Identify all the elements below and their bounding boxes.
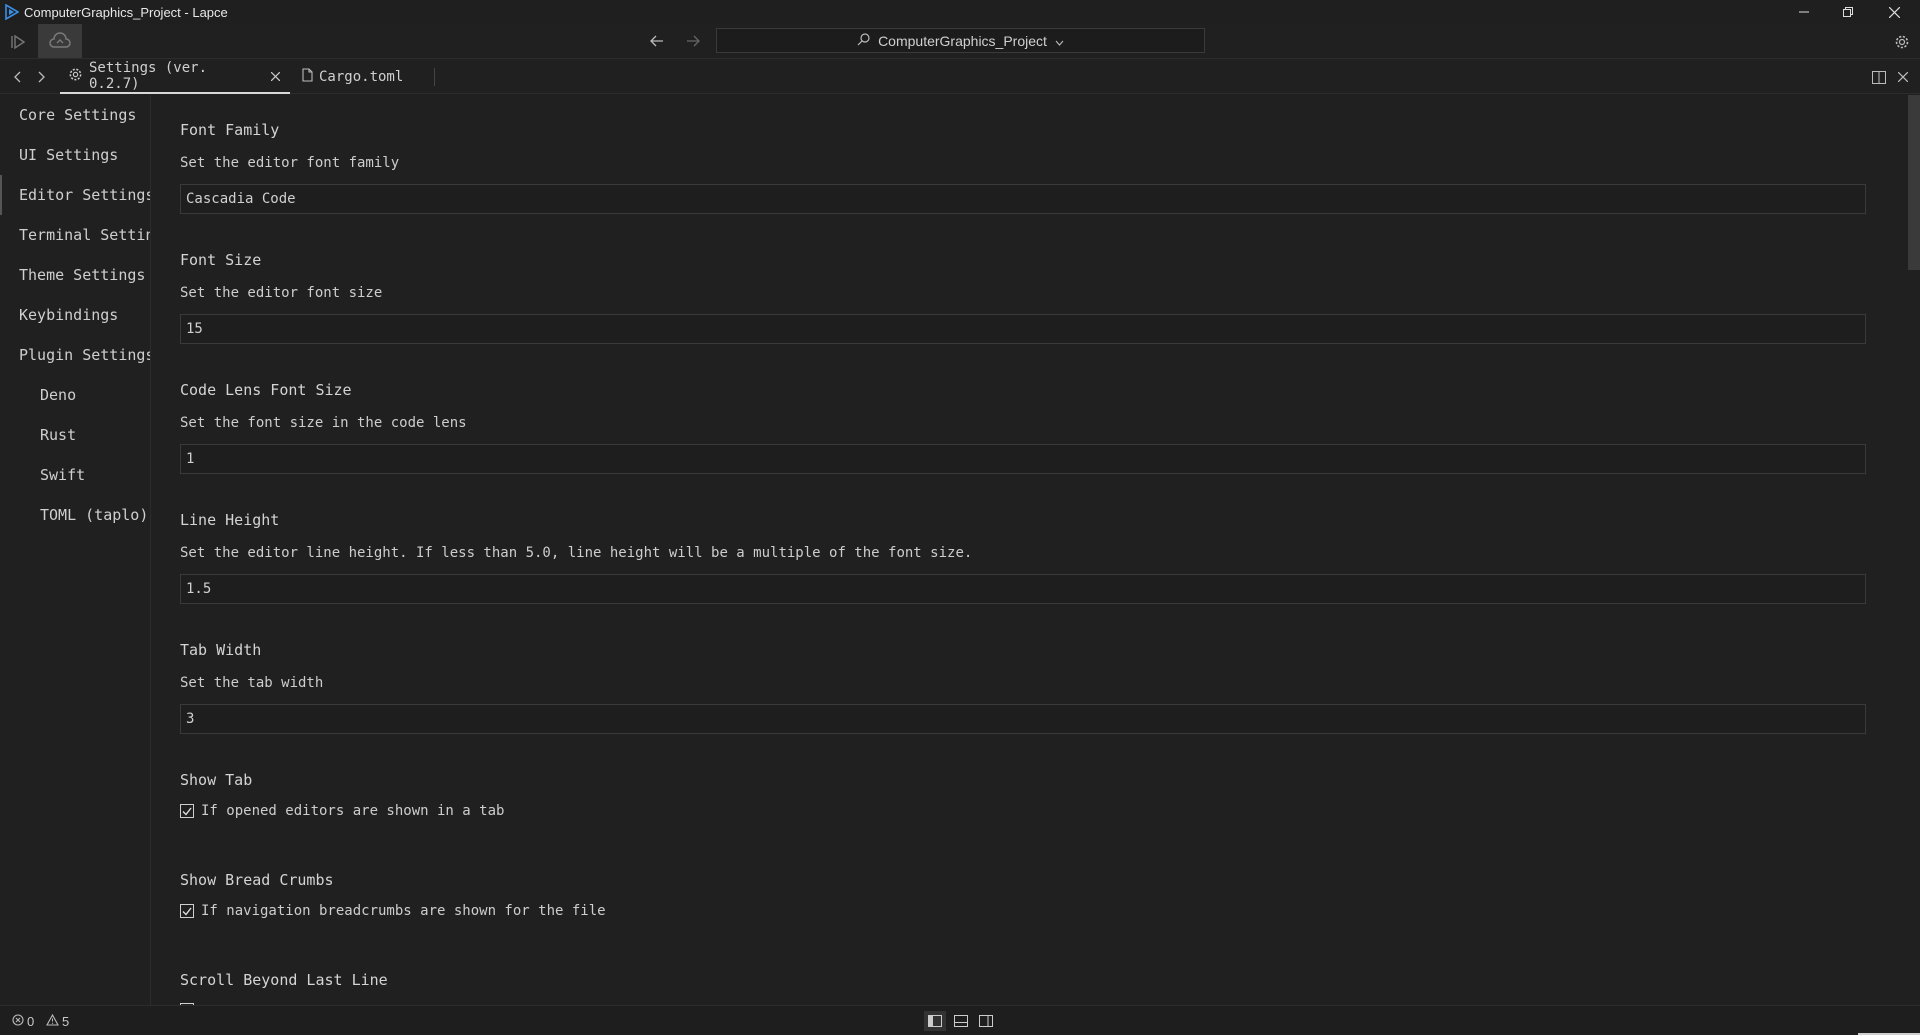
navigate-back-icon[interactable]: [646, 30, 668, 52]
setting-title-scroll-beyond-last-line: Scroll Beyond Last Line: [180, 971, 388, 989]
setting-title-line-height: Line Height: [180, 511, 280, 529]
sidebar-item-terminal-settings[interactable]: Terminal Settings: [0, 215, 150, 255]
sidebar-item-ui-settings[interactable]: UI Settings: [0, 135, 150, 175]
tab-bar: Settings (ver. 0.2.7) Cargo.toml: [0, 60, 1920, 94]
sidebar-item-label: Swift: [40, 466, 86, 484]
show-tab-checkbox[interactable]: [180, 804, 194, 818]
setting-title-code-lens-font-size: Code Lens Font Size: [180, 381, 352, 399]
sidebar-item-label: Deno: [40, 386, 77, 404]
font-size-input[interactable]: 15: [180, 314, 1866, 344]
sidebar-item-plugin-deno[interactable]: Deno: [0, 375, 150, 415]
setting-title-font-family: Font Family: [180, 121, 280, 139]
warning-count-value: 5: [62, 1013, 70, 1029]
window-title: ComputerGraphics_Project - Lapce: [24, 4, 228, 20]
setting-title-show-bread-crumbs: Show Bread Crumbs: [180, 871, 334, 889]
show-tab-label: If opened editors are shown in a tab: [201, 803, 505, 819]
settings-sidebar: Core Settings UI Settings Editor Setting…: [0, 95, 151, 1005]
setting-title-show-tab: Show Tab: [180, 771, 253, 789]
settings-content: Font Family Set the editor font family C…: [152, 95, 1907, 1005]
error-count-value: 0: [27, 1013, 35, 1029]
sidebar-item-label: Theme Settings: [19, 266, 146, 284]
file-icon: [302, 68, 313, 86]
tab-label: Cargo.toml: [319, 69, 404, 85]
minimize-button[interactable]: [1782, 0, 1826, 24]
sidebar-item-label: Editor Settings: [19, 186, 151, 204]
sidebar-item-label: Core Settings: [19, 106, 137, 124]
setting-desc-tab-width: Set the tab width: [180, 675, 324, 691]
sidebar-item-plugin-toml-taplo[interactable]: TOML (taplo): [0, 495, 150, 535]
sidebar-item-label: TOML (taplo): [40, 506, 149, 524]
warning-count[interactable]: 5: [46, 1006, 69, 1035]
close-split-icon[interactable]: [1894, 68, 1912, 86]
line-height-input[interactable]: 1.5: [180, 574, 1866, 604]
font-family-input[interactable]: Cascadia Code: [180, 184, 1866, 214]
setting-title-font-size: Font Size: [180, 251, 262, 269]
sidebar-item-plugin-rust[interactable]: Rust: [0, 415, 150, 455]
sidebar-item-editor-settings[interactable]: Editor Settings: [0, 175, 151, 215]
show-bread-crumbs-label: If navigation breadcrumbs are shown for …: [201, 903, 606, 919]
restore-button[interactable]: [1826, 0, 1870, 24]
show-tab-row: If opened editors are shown in a tab: [180, 803, 504, 819]
search-icon: [857, 32, 870, 49]
tab-cargo-toml[interactable]: Cargo.toml: [294, 60, 434, 94]
settings-gear-icon[interactable]: [1890, 30, 1914, 54]
setting-title-tab-width: Tab Width: [180, 641, 262, 659]
content-scrollbar[interactable]: [1908, 95, 1920, 1005]
sidebar-item-label: Keybindings: [19, 306, 119, 324]
tab-separator: [434, 68, 435, 86]
sidebar-item-theme-settings[interactable]: Theme Settings: [0, 255, 150, 295]
toggle-bottom-panel-icon[interactable]: [950, 1011, 972, 1031]
tab-label: Settings (ver. 0.2.7): [89, 60, 208, 92]
sidebar-item-plugin-swift[interactable]: Swift: [0, 455, 150, 495]
show-bread-crumbs-checkbox[interactable]: [180, 904, 194, 918]
warning-icon: [46, 1013, 59, 1029]
title-bar: ComputerGraphics_Project - Lapce: [0, 0, 1920, 24]
navigate-forward-icon[interactable]: [682, 30, 704, 52]
sidebar-item-label: Rust: [40, 426, 77, 444]
tab-prev-icon[interactable]: [8, 68, 26, 86]
setting-desc-code-lens-font-size: Set the font size in the code lens: [180, 415, 467, 431]
palette-label: ComputerGraphics_Project: [878, 32, 1047, 49]
sidebar-item-plugin-settings[interactable]: Plugin Settings: [0, 335, 151, 375]
sidebar-item-core-settings[interactable]: Core Settings: [0, 95, 150, 135]
run-debug-icon[interactable]: [6, 30, 30, 54]
split-editor-icon[interactable]: [1870, 68, 1888, 86]
close-window-button[interactable]: [1872, 0, 1916, 24]
status-bar: 0 5: [0, 1005, 1920, 1035]
toggle-left-panel-icon[interactable]: [924, 1011, 946, 1031]
tab-next-icon[interactable]: [33, 68, 51, 86]
toggle-right-panel-icon[interactable]: [975, 1011, 997, 1031]
sidebar-item-keybindings[interactable]: Keybindings: [0, 295, 150, 335]
setting-desc-font-family: Set the editor font family: [180, 155, 400, 171]
close-tab-icon[interactable]: [268, 69, 282, 83]
chevron-down-icon: [1055, 33, 1064, 49]
sidebar-item-label: UI Settings: [19, 146, 119, 164]
sidebar-item-label: Terminal Settings: [19, 226, 150, 244]
setting-desc-font-size: Set the editor font size: [180, 285, 383, 301]
error-count[interactable]: 0: [12, 1006, 34, 1035]
remote-cloud-icon[interactable]: [38, 24, 82, 58]
code-lens-font-size-input[interactable]: 1: [180, 444, 1866, 474]
show-bread-crumbs-row: If navigation breadcrumbs are shown for …: [180, 903, 606, 919]
tab-width-input[interactable]: 3: [180, 704, 1866, 734]
gear-icon: [68, 67, 83, 86]
command-palette-button[interactable]: ComputerGraphics_Project: [716, 28, 1205, 53]
setting-desc-line-height: Set the editor line height. If less than…: [180, 545, 973, 561]
error-icon: [12, 1013, 24, 1029]
scrollbar-thumb[interactable]: [1908, 95, 1920, 270]
toolbar: ComputerGraphics_Project: [0, 24, 1920, 59]
sidebar-item-label: Plugin Settings: [19, 346, 151, 364]
lapce-logo-icon: [0, 0, 24, 24]
tab-settings[interactable]: Settings (ver. 0.2.7): [60, 60, 290, 94]
